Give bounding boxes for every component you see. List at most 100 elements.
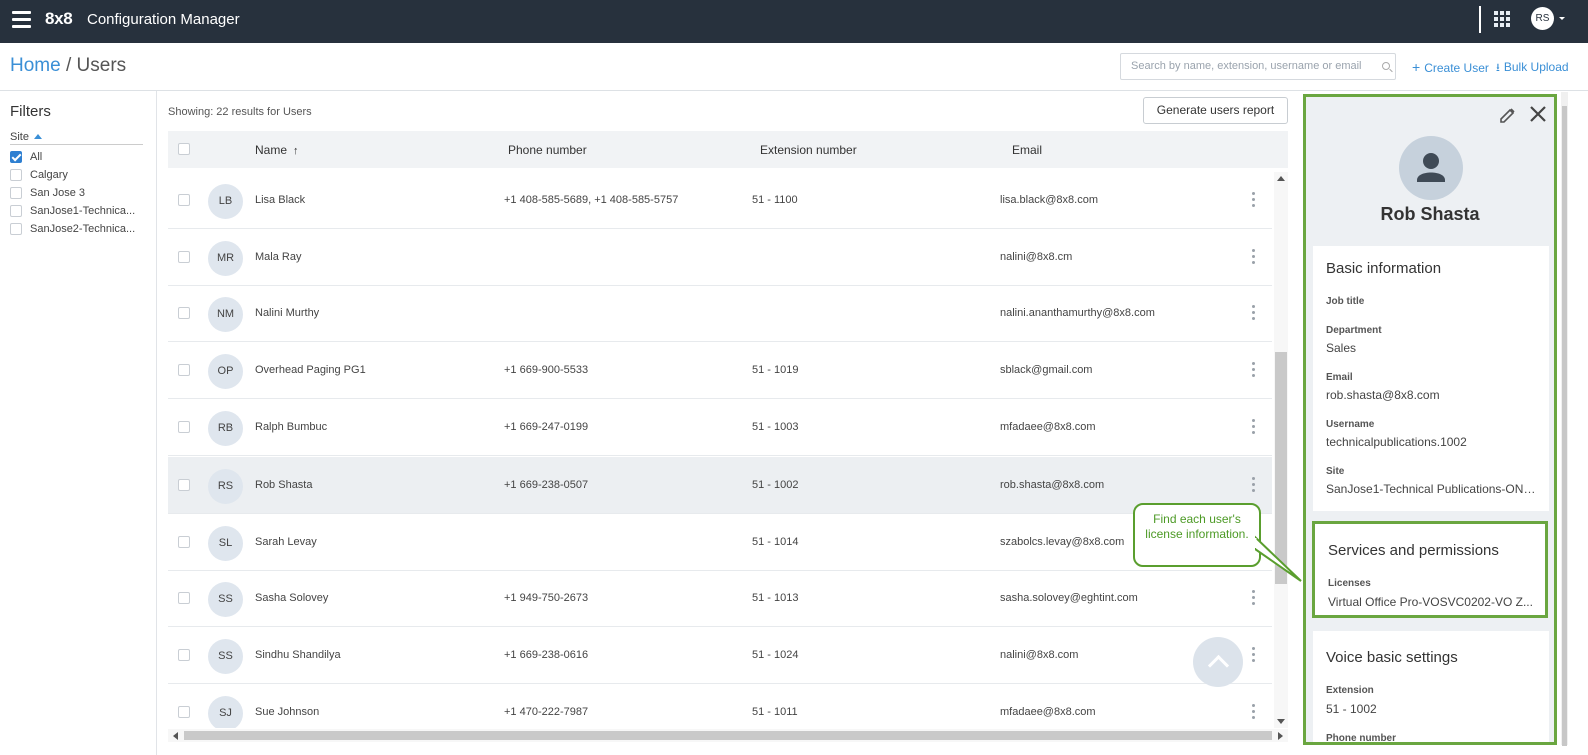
- row-actions-icon[interactable]: [1252, 249, 1255, 265]
- table-row[interactable]: SS Sindhu Shandilya +1 669-238-0616 51 - 10…: [168, 627, 1272, 684]
- scroll-left-arrow-icon[interactable]: [173, 732, 178, 740]
- breadcrumb-home-link[interactable]: Home: [10, 55, 61, 76]
- site-filter-label: SanJose1-Technica...: [30, 205, 136, 217]
- breadcrumb-current: Users: [76, 55, 127, 76]
- user-initials-avatar: SL: [208, 526, 243, 561]
- user-name[interactable]: Sarah Levay: [255, 536, 317, 548]
- panel-scrollbar-thumb[interactable]: [1562, 106, 1567, 746]
- scroll-to-top-button[interactable]: [1193, 637, 1243, 687]
- table-vertical-scrollbar[interactable]: [1274, 172, 1288, 728]
- column-header-phone[interactable]: Phone number: [508, 143, 587, 157]
- site-filter-option[interactable]: SanJose1-Technica...: [10, 205, 135, 219]
- user-name[interactable]: Ralph Bumbuc: [255, 421, 327, 433]
- user-initials-avatar: RB: [208, 411, 243, 446]
- scroll-right-arrow-icon[interactable]: [1278, 732, 1283, 740]
- app-launcher-icon[interactable]: [1494, 11, 1510, 27]
- user-name[interactable]: Mala Ray: [255, 251, 301, 263]
- row-checkbox[interactable]: [178, 364, 190, 376]
- site-filter-option[interactable]: San Jose 3: [10, 187, 85, 201]
- email-address: mfadaee@8x8.com: [1000, 421, 1096, 433]
- user-initials-avatar: MR: [208, 241, 243, 276]
- extension-number: 51 - 1011: [752, 706, 798, 718]
- site-filter-checkbox[interactable]: [10, 187, 22, 199]
- user-initials-avatar: NM: [208, 297, 243, 332]
- create-user-button[interactable]: + Create User: [1412, 59, 1489, 75]
- row-checkbox[interactable]: [178, 592, 190, 604]
- site-filter-option[interactable]: SanJose2-Technica...: [10, 223, 135, 237]
- row-checkbox[interactable]: [178, 479, 190, 491]
- table-row[interactable]: SS Sasha Solovey +1 949-750-2673 51 - 1013 s…: [168, 570, 1272, 627]
- row-actions-icon[interactable]: [1252, 362, 1255, 378]
- plus-icon: +: [1412, 59, 1421, 75]
- user-name[interactable]: Nalini Murthy: [255, 307, 319, 319]
- select-all-checkbox[interactable]: [178, 143, 190, 155]
- table-row[interactable]: MR Mala Ray nalini@8x8.cm: [168, 229, 1272, 286]
- row-actions-icon[interactable]: [1252, 704, 1255, 720]
- callout-pointer: [1255, 535, 1302, 582]
- site-filter-checkbox[interactable]: [10, 169, 22, 181]
- row-actions-icon[interactable]: [1252, 192, 1255, 208]
- bulk-upload-button[interactable]: ⭳ Bulk Upload: [1496, 59, 1569, 78]
- site-filter-checkbox[interactable]: [10, 205, 22, 217]
- site-filter-header[interactable]: Site: [10, 131, 42, 143]
- user-name[interactable]: Rob Shasta: [255, 479, 312, 491]
- row-checkbox[interactable]: [178, 421, 190, 433]
- table-row[interactable]: LB Lisa Black +1 408-585-5689, +1 408-585-…: [168, 172, 1272, 229]
- topbar-divider: [1479, 6, 1481, 33]
- row-checkbox[interactable]: [178, 706, 190, 718]
- generate-users-report-button[interactable]: Generate users report: [1143, 97, 1288, 124]
- site-filter-option[interactable]: All: [10, 151, 42, 165]
- email-label: Email: [1326, 372, 1353, 383]
- hamburger-menu-icon[interactable]: [12, 11, 31, 28]
- search-input[interactable]: Search by name, extension, username or e…: [1120, 53, 1396, 80]
- licenses-value: Virtual Office Pro-VOSVC0202-VO Z...: [1328, 595, 1533, 609]
- table-row[interactable]: SL Sarah Levay 51 - 1014 szabolcs.levay@8x8…: [168, 514, 1272, 571]
- table-row[interactable]: NM Nalini Murthy nalini.ananthamurthy@8x8.…: [168, 285, 1272, 342]
- email-value: rob.shasta@8x8.com: [1326, 388, 1440, 402]
- table-row[interactable]: RS Rob Shasta +1 669-238-0507 51 - 1002 rob.…: [168, 457, 1272, 514]
- row-checkbox[interactable]: [178, 194, 190, 206]
- site-filter-option[interactable]: Calgary: [10, 169, 68, 183]
- filter-divider: [10, 144, 143, 145]
- row-actions-icon[interactable]: [1252, 590, 1255, 606]
- user-name[interactable]: Lisa Black: [255, 194, 305, 206]
- create-user-label: Create User: [1424, 61, 1489, 75]
- scroll-up-arrow-icon[interactable]: [1277, 176, 1285, 181]
- site-filter-checkbox[interactable]: [10, 223, 22, 235]
- user-avatar-large: [1399, 136, 1463, 200]
- row-checkbox[interactable]: [178, 251, 190, 263]
- table-horizontal-scrollbar[interactable]: [168, 729, 1288, 742]
- site-filter-checkbox[interactable]: [10, 151, 22, 163]
- column-header-email[interactable]: Email: [1012, 143, 1042, 157]
- row-checkbox[interactable]: [178, 536, 190, 548]
- user-menu-caret-icon[interactable]: [1559, 17, 1565, 20]
- phone-number: +1 949-750-2673: [504, 592, 589, 604]
- close-icon[interactable]: [1529, 105, 1547, 123]
- row-actions-icon[interactable]: [1252, 477, 1255, 493]
- user-name[interactable]: Sue Johnson: [255, 706, 319, 718]
- column-header-extension[interactable]: Extension number: [760, 143, 857, 157]
- breadcrumb: Home / Users: [10, 55, 126, 77]
- site-filter-label: San Jose 3: [30, 187, 86, 199]
- search-icon[interactable]: [1382, 62, 1390, 70]
- row-checkbox[interactable]: [178, 307, 190, 319]
- table-row[interactable]: SJ Sue Johnson +1 470-222-7987 51 - 1011 mfa…: [168, 684, 1272, 728]
- scroll-down-arrow-icon[interactable]: [1277, 719, 1285, 724]
- column-header-name[interactable]: Name ↑: [255, 143, 299, 157]
- table-row[interactable]: RB Ralph Bumbuc +1 669-247-0199 51 - 1003 mf…: [168, 399, 1272, 456]
- row-actions-icon[interactable]: [1252, 419, 1255, 435]
- user-name[interactable]: Sindhu Shandilya: [255, 649, 341, 661]
- row-actions-icon[interactable]: [1252, 305, 1255, 321]
- row-checkbox[interactable]: [178, 649, 190, 661]
- user-name[interactable]: Overhead Paging PG1: [255, 364, 366, 376]
- horizontal-scrollbar-thumb[interactable]: [184, 731, 1272, 740]
- extension-number: 51 - 1013: [752, 592, 799, 604]
- phone-number: +1 408-585-5689, +1 408-585-5757: [504, 194, 679, 206]
- user-avatar[interactable]: RS: [1531, 7, 1554, 30]
- panel-scrollbar[interactable]: [1561, 92, 1568, 746]
- user-initials-avatar: OP: [208, 354, 243, 389]
- row-actions-icon[interactable]: [1252, 647, 1255, 663]
- edit-pencil-icon[interactable]: [1499, 106, 1517, 124]
- table-row[interactable]: OP Overhead Paging PG1 +1 669-900-5533 51 -…: [168, 342, 1272, 399]
- user-name[interactable]: Sasha Solovey: [255, 592, 328, 604]
